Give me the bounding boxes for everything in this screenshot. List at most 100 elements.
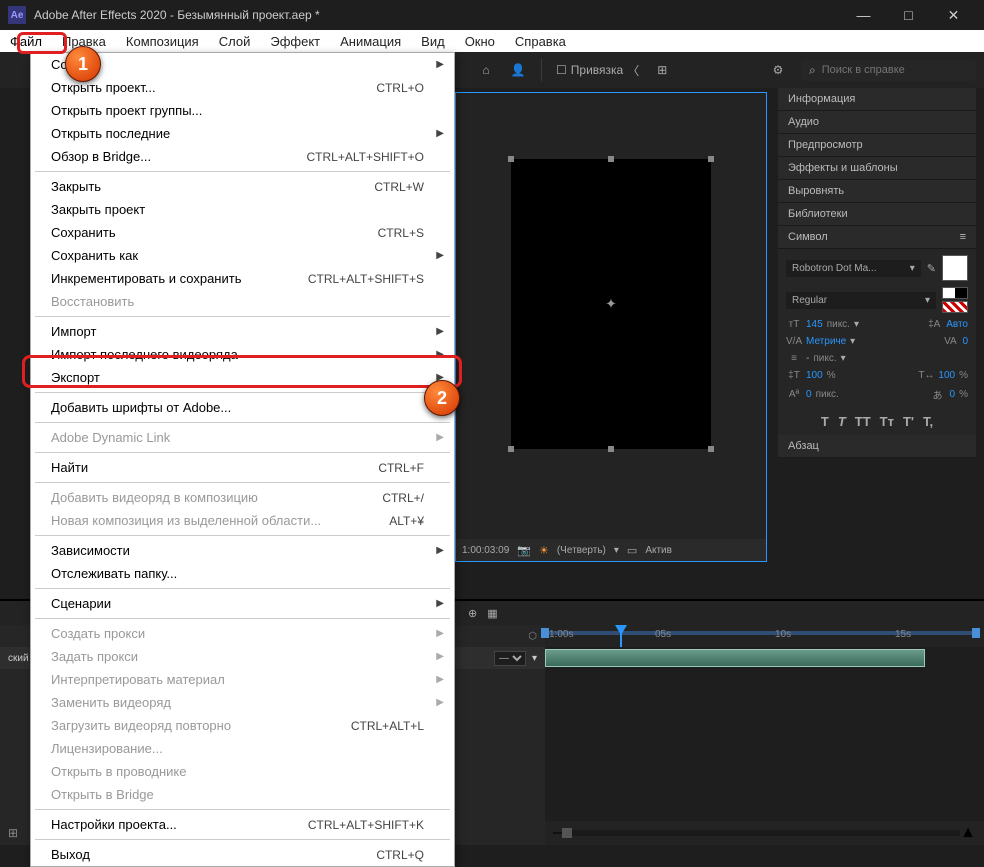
panel-effects[interactable]: Эффекты и шаблоны: [778, 157, 976, 180]
playhead[interactable]: [620, 625, 622, 647]
font-family-select[interactable]: Robotron Dot Ma...▾: [786, 260, 921, 277]
menu-item[interactable]: Открыть проект группы...: [31, 99, 454, 122]
help-search-input[interactable]: [822, 64, 968, 76]
vscale-field[interactable]: T↔100%: [918, 370, 968, 381]
menu-effect[interactable]: Эффект: [260, 30, 330, 52]
maximize-button[interactable]: □: [886, 0, 931, 30]
tl-icon-2[interactable]: ▦: [487, 607, 497, 620]
layer-clip[interactable]: [545, 649, 925, 667]
timeline-tracks[interactable]: [545, 647, 984, 827]
work-area-end[interactable]: [972, 628, 980, 638]
handle-bc[interactable]: [608, 446, 614, 452]
menu-item: Новая композиция из выделенной области..…: [31, 509, 454, 532]
fill-swatch[interactable]: [942, 255, 968, 281]
work-area-start[interactable]: [541, 628, 549, 638]
handle-tl[interactable]: [508, 156, 514, 162]
menu-item[interactable]: Добавить шрифты от Adobe...: [31, 396, 454, 419]
handle-bl[interactable]: [508, 446, 514, 452]
allcaps-button[interactable]: TT: [855, 414, 871, 429]
zoom-out-icon[interactable]: –: [553, 824, 562, 842]
kerning-field[interactable]: V/AМетриче▾: [786, 336, 855, 347]
superscript-button[interactable]: T': [903, 414, 914, 429]
menu-animation[interactable]: Анимация: [330, 30, 411, 52]
none-swatch[interactable]: [942, 301, 968, 313]
font-size-field[interactable]: тT145пикс.▾: [786, 319, 859, 330]
bold-button[interactable]: T: [821, 414, 829, 429]
menu-item[interactable]: Импорт▶: [31, 320, 454, 343]
display-icon[interactable]: ▭: [627, 544, 637, 557]
menu-item[interactable]: Отслеживать папку...: [31, 562, 454, 585]
eyedropper-icon[interactable]: ✎: [927, 262, 936, 275]
panel-audio[interactable]: Аудио: [778, 111, 976, 134]
annotation-marker-1: 1: [65, 46, 101, 82]
menu-item[interactable]: Настройки проекта...CTRL+ALT+SHIFT+K: [31, 813, 454, 836]
panel-paragraph[interactable]: Абзац: [778, 435, 976, 458]
minimize-button[interactable]: ―: [841, 0, 886, 30]
menu-composition[interactable]: Композиция: [116, 30, 209, 52]
panel-info[interactable]: Информация: [778, 88, 976, 111]
panel-align[interactable]: Выровнять: [778, 180, 976, 203]
handle-tr[interactable]: [708, 156, 714, 162]
toggle-switches-icon[interactable]: ⊞: [8, 826, 18, 840]
layer-mode-select[interactable]: —: [494, 651, 526, 666]
menu-layer[interactable]: Слой: [209, 30, 261, 52]
menu-item[interactable]: ЗакрытьCTRL+W: [31, 175, 454, 198]
home-icon[interactable]: ⌂: [477, 63, 495, 77]
settings-icon[interactable]: ⚙: [769, 63, 787, 77]
panel-character-header[interactable]: Символ≡: [778, 226, 976, 249]
parent-column-icon[interactable]: ⬡: [528, 631, 537, 642]
chevron-down-icon[interactable]: ▾: [614, 545, 619, 556]
colorprofile-icon[interactable]: ☀: [539, 544, 549, 557]
time-ruler[interactable]: 1:00s 05s 10s 15s: [545, 625, 984, 647]
handle-tc[interactable]: [608, 156, 614, 162]
panel-menu-icon[interactable]: ≡: [960, 231, 966, 243]
zoom-in-icon[interactable]: ▲: [960, 824, 976, 842]
subscript-button[interactable]: T,: [923, 414, 933, 429]
work-area[interactable]: [545, 631, 976, 635]
snap-toggle[interactable]: ☐ Привязка 〈: [556, 62, 639, 79]
italic-button[interactable]: T: [838, 414, 846, 429]
tsume-field[interactable]: あ0%: [930, 387, 968, 402]
tl-icon-1[interactable]: ⊕: [468, 607, 477, 620]
tracking-field[interactable]: VA0: [942, 336, 968, 347]
menu-item[interactable]: Сценарии▶: [31, 592, 454, 615]
menu-item[interactable]: Закрыть проект: [31, 198, 454, 221]
timeline-zoom[interactable]: – ▲: [545, 821, 984, 845]
person-icon[interactable]: 👤: [509, 63, 527, 77]
stroke-width-field[interactable]: ≡-пикс.▾: [786, 353, 846, 364]
menu-window[interactable]: Окно: [455, 30, 505, 52]
zoom-handle[interactable]: [562, 828, 572, 838]
panel-preview[interactable]: Предпросмотр: [778, 134, 976, 157]
menu-item[interactable]: НайтиCTRL+F: [31, 456, 454, 479]
menu-item: Добавить видеоряд в композициюCTRL+/: [31, 486, 454, 509]
viewer-active[interactable]: Актив: [645, 545, 672, 556]
composition-viewer[interactable]: ✦ 1:00:03:09 📷 ☀ (Четверть) ▾ ▭ Актив: [455, 92, 767, 562]
menu-help[interactable]: Справка: [505, 30, 576, 52]
close-button[interactable]: ✕: [931, 0, 976, 30]
help-search[interactable]: ⌕: [801, 60, 976, 81]
panel-libraries[interactable]: Библиотеки: [778, 203, 976, 226]
baseline-field[interactable]: Aª0пикс.: [786, 389, 839, 400]
menu-item[interactable]: СохранитьCTRL+S: [31, 221, 454, 244]
stroke-swatch[interactable]: [942, 287, 968, 299]
camera-icon[interactable]: 📷: [517, 544, 531, 557]
hscale-field[interactable]: ‡T100%: [786, 370, 836, 381]
menu-item[interactable]: Открыть последние▶: [31, 122, 454, 145]
menu-item[interactable]: Обзор в Bridge...CTRL+ALT+SHIFT+O: [31, 145, 454, 168]
viewer-quality[interactable]: (Четверть): [557, 545, 606, 556]
font-style-select[interactable]: Regular▾: [786, 292, 936, 309]
handle-br[interactable]: [708, 446, 714, 452]
menu-item[interactable]: Инкрементировать и сохранитьCTRL+ALT+SHI…: [31, 267, 454, 290]
chevron-down-icon[interactable]: ▾: [532, 653, 537, 664]
menu-item[interactable]: ВыходCTRL+Q: [31, 843, 454, 866]
menu-view[interactable]: Вид: [411, 30, 455, 52]
menu-item[interactable]: Зависимости▶: [31, 539, 454, 562]
viewer-timecode[interactable]: 1:00:03:09: [462, 545, 509, 556]
submenu-arrow-icon: ▶: [436, 128, 444, 139]
menu-item[interactable]: Открыть проект...CTRL+O: [31, 76, 454, 99]
viewer-canvas[interactable]: ✦: [511, 159, 711, 449]
leading-field[interactable]: ‡AАвто: [926, 319, 968, 330]
grid-icon[interactable]: ⊞: [653, 63, 671, 77]
smallcaps-button[interactable]: Tт: [880, 414, 894, 429]
menu-item[interactable]: Сохранить как▶: [31, 244, 454, 267]
